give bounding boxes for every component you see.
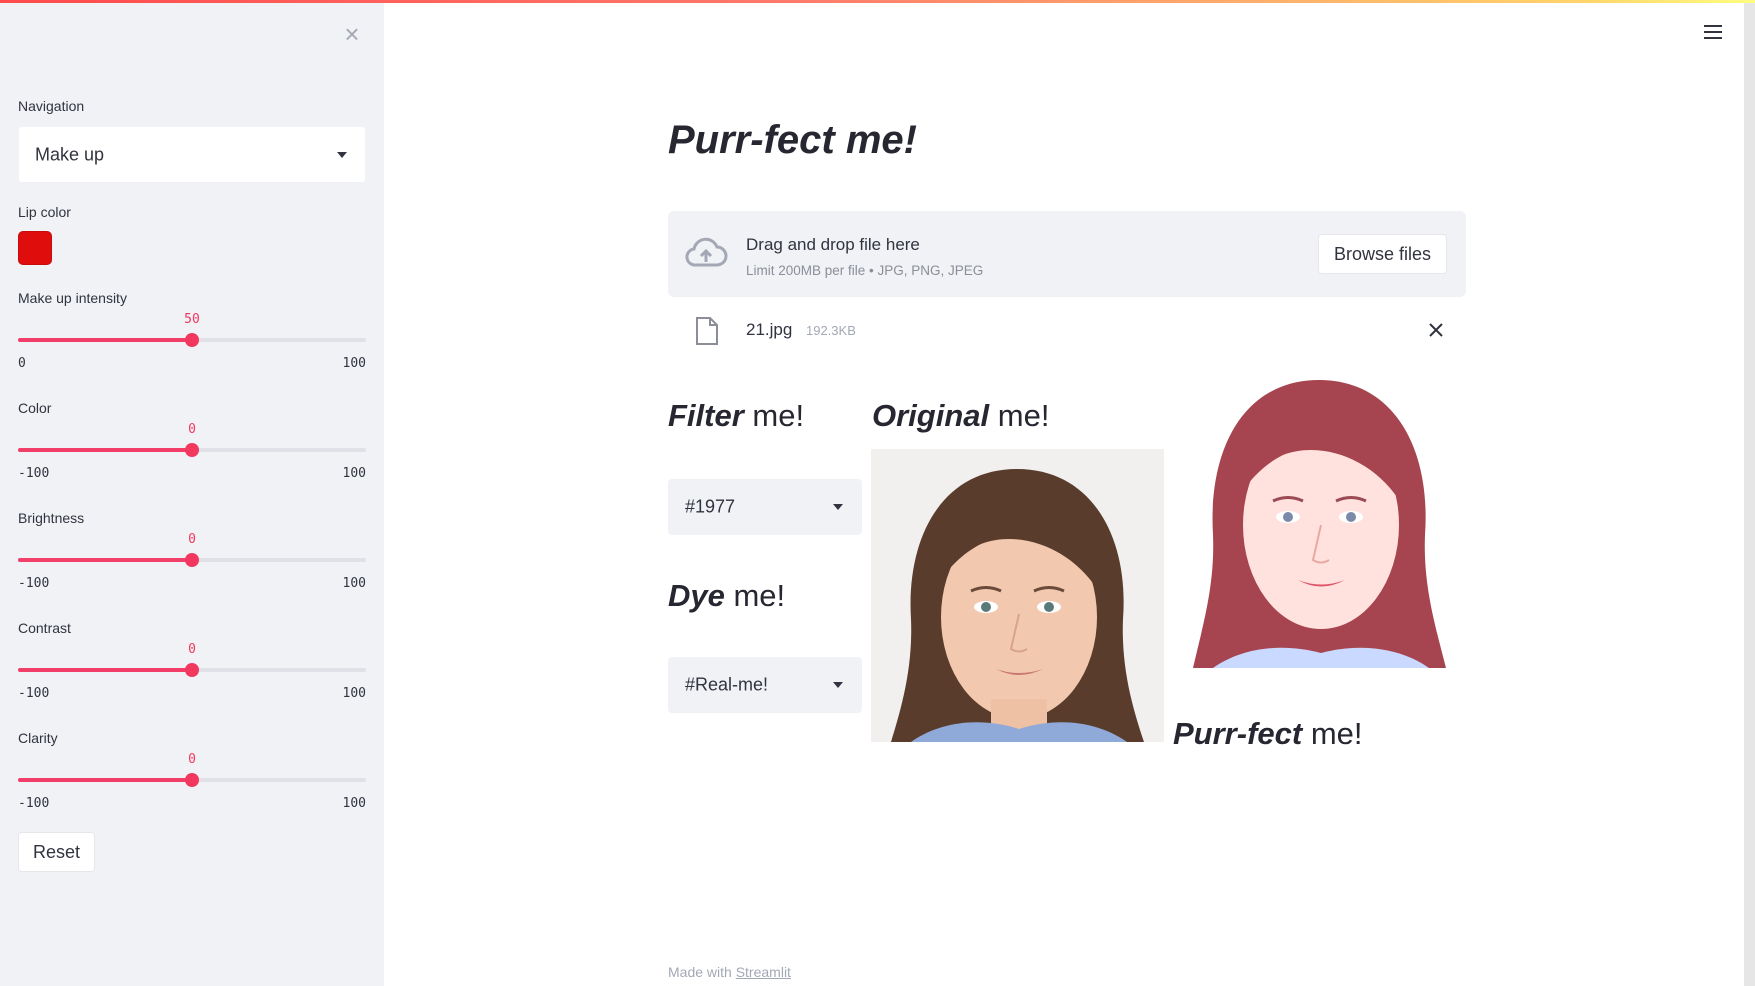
chevron-down-icon [833,682,843,688]
uploader-limit-text: Limit 200MB per file • JPG, PNG, JPEG [746,263,984,278]
uploaded-file-size: 192.3KB [806,323,856,338]
cloud-upload-icon [684,235,728,276]
slider-min-value: -100 [18,686,50,701]
close-sidebar-icon[interactable]: × [340,21,364,47]
slider-label-clarity: Clarity [18,730,58,746]
purrfect-image [1173,375,1466,668]
slider-current-value: 0 [188,532,196,547]
footer: Made with Streamlit [668,964,791,980]
slider-current-value: 0 [188,422,196,437]
purrfect-heading: Purr-fect me! [1173,716,1363,751]
scrollbar[interactable] [1744,0,1755,986]
reset-button[interactable]: Reset [18,832,95,872]
filter-heading: Filter me! [668,398,805,433]
slider-label-makeup-intensity: Make up intensity [18,290,127,306]
color-slider[interactable]: 0 -100 100 [18,422,366,482]
slider-min-value: -100 [18,466,50,481]
slider-fill [18,778,192,782]
slider-thumb[interactable] [185,333,199,347]
slider-max-value: 100 [342,356,366,371]
slider-fill [18,558,192,562]
slider-max-value: 100 [342,466,366,481]
filter-select-value: #1977 [685,496,736,517]
uploader-drag-text: Drag and drop file here [746,235,920,254]
top-decoration-bar [0,0,1755,3]
slider-min-value: -100 [18,796,50,811]
remove-file-icon[interactable] [1424,318,1448,342]
slider-min-value: 0 [18,356,26,371]
contrast-slider[interactable]: 0 -100 100 [18,642,366,702]
slider-current-value: 0 [188,752,196,767]
file-icon [695,316,719,351]
slider-thumb[interactable] [185,443,199,457]
dye-heading: Dye me! [668,578,786,613]
slider-max-value: 100 [342,796,366,811]
chevron-down-icon [337,151,347,158]
chevron-down-icon [833,504,843,510]
slider-thumb[interactable] [185,773,199,787]
browse-files-button[interactable]: Browse files [1318,234,1447,274]
slider-fill [18,338,192,342]
clarity-slider[interactable]: 0 -100 100 [18,752,366,812]
uploaded-file-name: 21.jpg [746,320,793,339]
slider-thumb[interactable] [185,553,199,567]
slider-max-value: 100 [342,686,366,701]
menu-icon[interactable] [1704,24,1724,40]
slider-thumb[interactable] [185,663,199,677]
slider-fill [18,448,192,452]
navigation-select-value: Make up [35,144,105,164]
page-title: Purr-fect me! [668,118,917,162]
slider-label-contrast: Contrast [18,620,71,636]
brightness-slider[interactable]: 0 -100 100 [18,532,366,592]
slider-max-value: 100 [342,576,366,591]
slider-current-value: 50 [184,312,200,327]
slider-label-color: Color [18,400,52,416]
slider-min-value: -100 [18,576,50,591]
lip-color-picker[interactable] [18,231,52,265]
streamlit-link[interactable]: Streamlit [736,964,791,980]
makeup-intensity-slider[interactable]: 50 0 100 [18,312,366,372]
lip-color-label: Lip color [18,204,71,220]
navigation-label: Navigation [18,98,85,114]
dye-select-value: #Real-me! [685,674,769,695]
dye-select[interactable]: #Real-me! [668,657,862,713]
original-heading: Original me! [872,398,1050,433]
slider-fill [18,668,192,672]
file-uploader-dropzone[interactable]: Drag and drop file here Limit 200MB per … [668,211,1466,297]
navigation-select[interactable]: Make up [18,126,366,183]
slider-label-brightness: Brightness [18,510,85,526]
slider-current-value: 0 [188,642,196,657]
sidebar: × Navigation Make up Lip color Make up i… [0,0,384,986]
original-image [871,449,1164,742]
filter-select[interactable]: #1977 [668,479,862,535]
